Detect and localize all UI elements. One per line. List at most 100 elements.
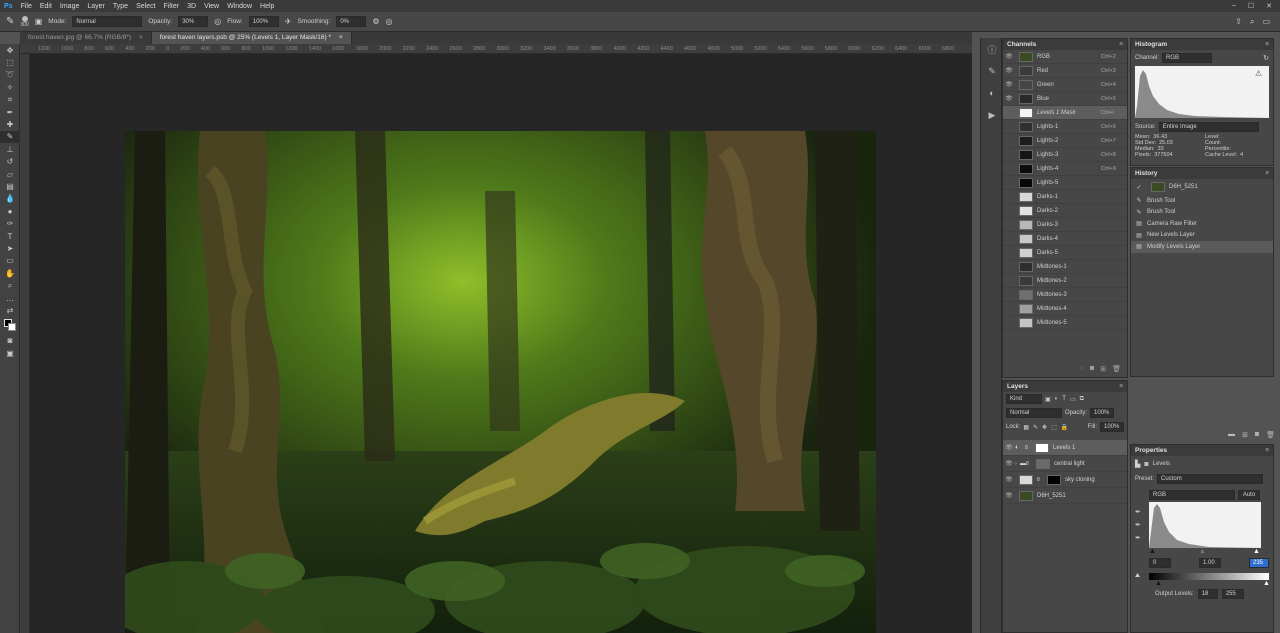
channel-row[interactable]: Levels 1 Mask Ctrl+\ <box>1003 106 1127 120</box>
gray-point-eyedropper-icon[interactable]: ✒ <box>1135 521 1149 529</box>
tab-close-icon[interactable]: × <box>139 34 143 41</box>
fill-field[interactable]: 100% <box>1100 422 1124 432</box>
tab-forest-haven-jpg[interactable]: forest haven.jpg @ 66.7% (RGB/8*) × <box>20 32 152 44</box>
new-channel-icon[interactable]: ⊞ <box>1100 365 1106 373</box>
group-mask-thumbnail[interactable] <box>1036 458 1050 469</box>
channel-row[interactable]: Darks-2 <box>1003 204 1127 218</box>
panel-menu-icon[interactable]: ≡ <box>1265 168 1269 179</box>
filter-smart-icon[interactable]: ⧉ <box>1080 396 1084 403</box>
menu-select[interactable]: Select <box>132 3 159 10</box>
close-icon[interactable]: ✕ <box>1266 2 1272 10</box>
layer-levels-1[interactable]: 👁 ◐ 8 Levels 1 <box>1003 440 1127 456</box>
channel-row[interactable]: Lights-4 Ctrl+9 <box>1003 162 1127 176</box>
channel-row[interactable]: Midtones-4 <box>1003 302 1127 316</box>
clipping-icon[interactable]: ⛰ <box>1135 573 1149 580</box>
menu-3d[interactable]: 3D <box>183 3 200 10</box>
layer-mask-thumbnail[interactable] <box>1047 474 1061 485</box>
channel-row[interactable]: 👁 RGB Ctrl+2 <box>1003 50 1127 64</box>
type-tool-icon[interactable]: T <box>0 230 20 242</box>
gradient-tool-icon[interactable]: ▤ <box>0 180 20 192</box>
smoothing-settings-icon[interactable]: ⚙ <box>372 17 379 26</box>
history-state[interactable]: ✎ Brush Tool <box>1131 207 1273 219</box>
visibility-eye-icon[interactable]: 👁 <box>1003 53 1015 60</box>
brush-preset-picker[interactable]: 300 <box>20 15 29 28</box>
layer-sky-cloning[interactable]: 👁 8 sky cloning <box>1003 472 1127 488</box>
visibility-eye-icon[interactable]: 👁 <box>1003 492 1015 499</box>
share-icon[interactable]: ⇪ <box>1235 17 1242 27</box>
mode-select[interactable]: Normal <box>72 16 143 27</box>
output-black-slider[interactable]: ▲ <box>1155 580 1162 587</box>
auto-button[interactable]: Auto <box>1238 490 1260 500</box>
channel-row[interactable]: Lights-1 Ctrl+6 <box>1003 120 1127 134</box>
menu-window[interactable]: Window <box>223 3 256 10</box>
lock-pixels-icon[interactable]: ✎ <box>1033 424 1038 431</box>
adjustments-icon[interactable]: ◐ <box>981 82 1003 104</box>
history-state[interactable]: ▤ Camera Raw Filter <box>1131 218 1273 230</box>
filter-pixel-icon[interactable]: ▣ <box>1045 396 1051 403</box>
channel-row[interactable]: Darks-4 <box>1003 232 1127 246</box>
panel-menu-icon[interactable]: ≡ <box>1265 39 1269 50</box>
pressure-opacity-icon[interactable]: ◎ <box>214 17 221 26</box>
white-point-eyedropper-icon[interactable]: ✒ <box>1135 534 1149 542</box>
path-select-tool-icon[interactable]: ➤ <box>0 242 20 254</box>
channel-row[interactable]: Lights-5 <box>1003 176 1127 190</box>
zoom-tool-icon[interactable]: ⌕ <box>0 279 20 291</box>
more-tools-icon[interactable]: … <box>0 292 20 304</box>
mask-icon[interactable]: ◙ <box>1144 461 1148 468</box>
blend-mode-select[interactable]: Normal <box>1006 408 1062 418</box>
lock-all-icon[interactable]: 🔒 <box>1061 424 1068 431</box>
channel-row[interactable]: 👁 Red Ctrl+3 <box>1003 64 1127 78</box>
filter-adjust-icon[interactable]: ◐ <box>1055 396 1059 403</box>
black-point-eyedropper-icon[interactable]: ✒ <box>1135 508 1149 516</box>
pen-tool-icon[interactable]: ✑ <box>0 217 20 229</box>
lock-position-icon[interactable]: ✥ <box>1042 424 1047 431</box>
add-mask-icon[interactable]: ◙ <box>1255 431 1259 439</box>
menu-help[interactable]: Help <box>256 3 278 10</box>
panel-menu-icon[interactable]: ≡ <box>1265 445 1269 456</box>
visibility-eye-icon[interactable]: 👁 <box>1003 81 1015 88</box>
channel-row[interactable]: 👁 Blue Ctrl+5 <box>1003 92 1127 106</box>
new-group-icon[interactable]: ▬ <box>1228 431 1235 439</box>
smoothing-field[interactable]: 0% <box>336 16 367 27</box>
eyedropper-tool-icon[interactable]: ✒ <box>0 106 20 118</box>
layer-d6h-5251[interactable]: 👁 D6H_5251 <box>1003 488 1127 504</box>
panel-menu-icon[interactable]: ≡ <box>1119 381 1123 392</box>
panel-menu-icon[interactable]: ≡ <box>1119 39 1123 50</box>
save-selection-icon[interactable]: ◙ <box>1090 365 1094 373</box>
channel-row[interactable]: Midtones-2 <box>1003 274 1127 288</box>
menu-layer[interactable]: Layer <box>83 3 109 10</box>
input-black-slider[interactable]: ▲ <box>1149 548 1156 555</box>
play-action-icon[interactable]: ▶ <box>981 104 1003 126</box>
new-layer-icon[interactable]: ⊞ <box>1242 431 1248 439</box>
airbrush-icon[interactable]: ✈ <box>285 17 292 26</box>
visibility-eye-icon[interactable]: 👁 <box>1003 67 1015 74</box>
flow-field[interactable]: 100% <box>248 16 279 27</box>
move-tool-icon[interactable]: ✥ <box>0 44 20 56</box>
background-color-swatch[interactable] <box>8 322 16 331</box>
menu-type[interactable]: Type <box>109 3 132 10</box>
menu-image[interactable]: Image <box>56 3 83 10</box>
menu-filter[interactable]: Filter <box>160 3 184 10</box>
menu-view[interactable]: View <box>200 3 223 10</box>
filter-shape-icon[interactable]: ▭ <box>1070 396 1076 403</box>
channel-row[interactable]: Lights-2 Ctrl+7 <box>1003 134 1127 148</box>
layer-opacity-field[interactable]: 100% <box>1090 408 1115 418</box>
clone-stamp-tool-icon[interactable]: ⊥ <box>0 143 20 155</box>
delete-channel-icon[interactable]: 🗑 <box>1112 365 1121 373</box>
workspace-icon[interactable]: ▭ <box>1262 17 1270 27</box>
layer-mask-thumbnail[interactable] <box>1035 442 1049 453</box>
menu-file[interactable]: File <box>17 3 36 10</box>
marquee-tool-icon[interactable]: ⬚ <box>0 56 20 68</box>
crop-tool-icon[interactable]: ⌗ <box>0 94 20 106</box>
filter-type-icon[interactable]: T <box>1062 396 1066 403</box>
channel-row[interactable]: Lights-3 Ctrl+8 <box>1003 148 1127 162</box>
output-white-slider[interactable]: ▲ <box>1263 580 1270 587</box>
tab-close-icon[interactable]: × <box>339 34 343 41</box>
channel-row[interactable]: 👁 Green Ctrl+4 <box>1003 78 1127 92</box>
channel-row[interactable]: Darks-1 <box>1003 190 1127 204</box>
histogram-channel-select[interactable]: RGB <box>1162 53 1213 63</box>
channel-row[interactable]: Midtones-1 <box>1003 260 1127 274</box>
history-snapshot[interactable]: ✓ D6H_5251 <box>1131 179 1273 195</box>
channel-row[interactable]: Darks-3 <box>1003 218 1127 232</box>
output-black-field[interactable]: 18 <box>1197 589 1218 599</box>
